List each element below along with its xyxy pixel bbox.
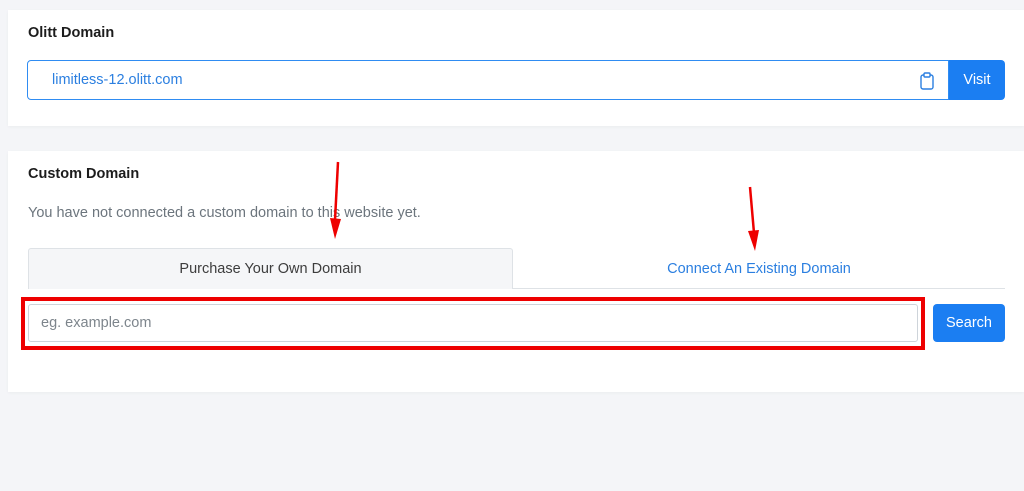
custom-domain-title: Custom Domain <box>28 166 140 182</box>
tab-purchase-domain[interactable]: Purchase Your Own Domain <box>28 248 513 289</box>
domain-search-input[interactable] <box>28 304 918 342</box>
search-button[interactable]: Search <box>933 304 1005 342</box>
olitt-domain-group: limitless-12.olitt.com Visit <box>27 60 1005 100</box>
visit-button[interactable]: Visit <box>949 60 1005 100</box>
olitt-domain-value: limitless-12.olitt.com <box>52 72 183 88</box>
olitt-domain-title: Olitt Domain <box>28 25 115 41</box>
olitt-domain-field[interactable]: limitless-12.olitt.com <box>27 60 949 100</box>
domain-tabs: Purchase Your Own Domain Connect An Exis… <box>28 248 1005 289</box>
tab-connect-existing-domain[interactable]: Connect An Existing Domain <box>513 248 1005 289</box>
olitt-domain-card: Olitt Domain limitless-12.olitt.com Visi… <box>8 10 1024 126</box>
custom-domain-card: Custom Domain You have not connected a c… <box>8 151 1024 392</box>
clipboard-icon[interactable] <box>918 71 936 91</box>
custom-domain-status-text: You have not connected a custom domain t… <box>28 205 421 221</box>
